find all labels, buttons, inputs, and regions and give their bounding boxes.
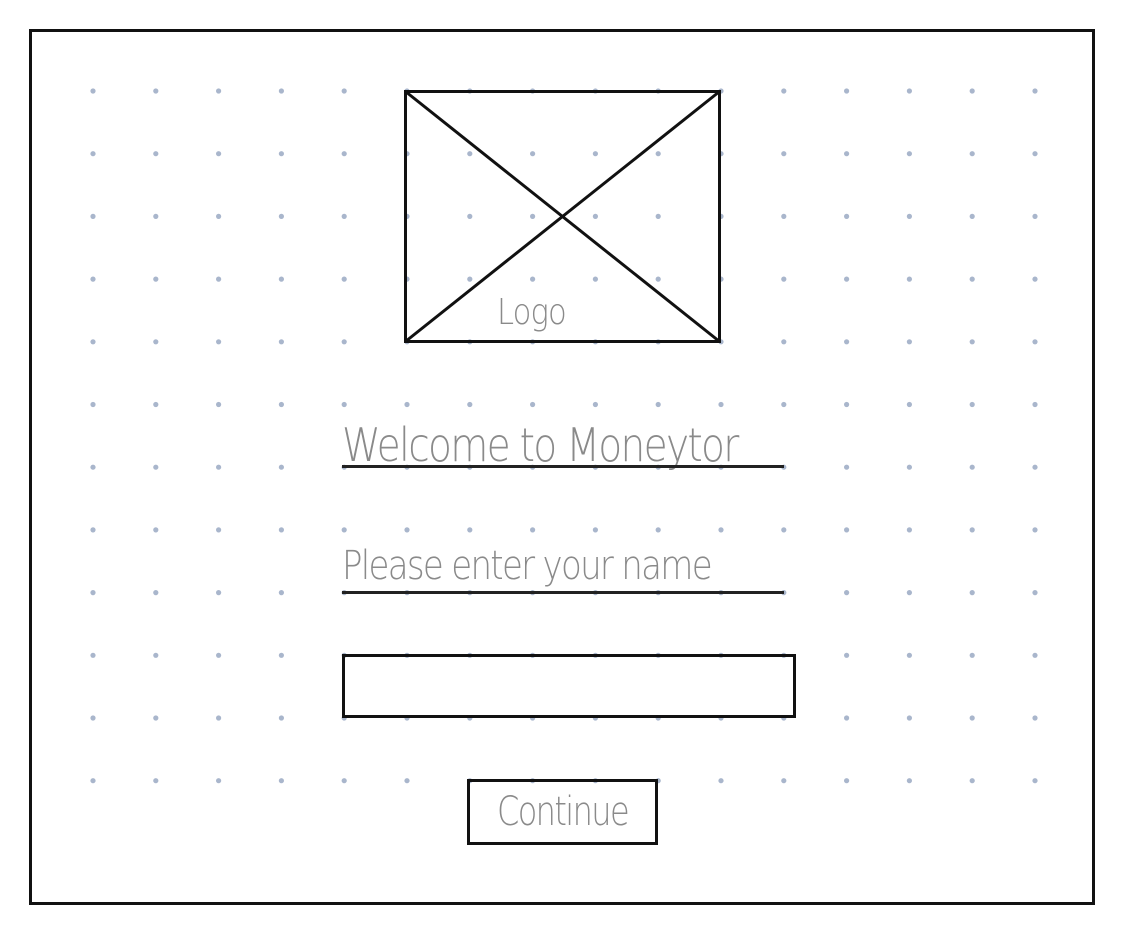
prompt-underline bbox=[342, 591, 784, 594]
name-input[interactable] bbox=[342, 654, 796, 718]
name-prompt-label: Please enter your name bbox=[342, 543, 713, 589]
logo-label: Logo bbox=[497, 292, 567, 333]
wireframe-canvas: Logo Welcome to Moneytor Please enter yo… bbox=[0, 0, 1124, 938]
continue-button[interactable]: Continue bbox=[467, 779, 658, 845]
welcome-heading: Welcome to Moneytor bbox=[342, 418, 739, 472]
continue-button-label: Continue bbox=[496, 789, 630, 835]
welcome-underline bbox=[342, 465, 784, 468]
